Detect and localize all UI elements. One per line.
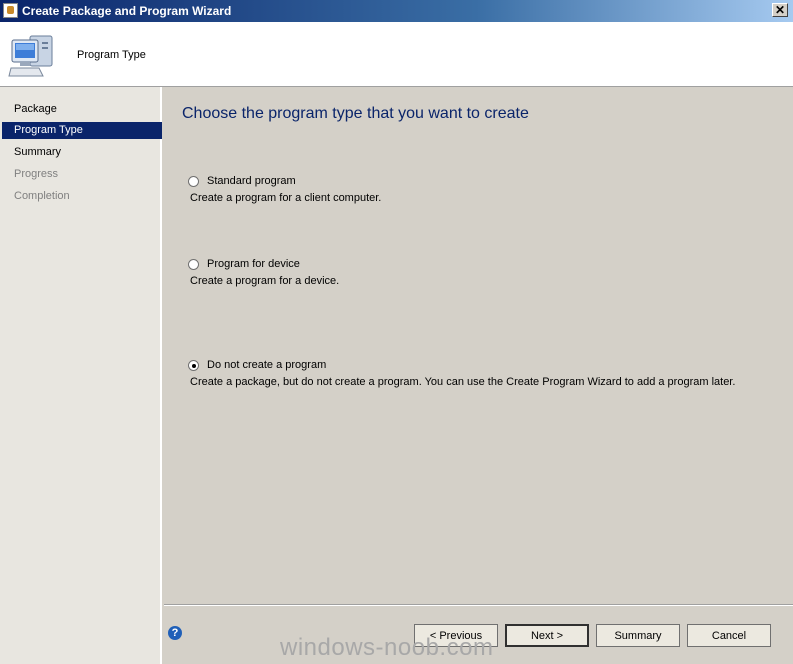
program-for-device-label[interactable]: Program for device — [207, 258, 300, 270]
watermark: windows-noob.com — [280, 634, 494, 661]
program-for-device-description: Create a program for a device. — [190, 275, 340, 287]
page-heading: Choose the program type that you want to… — [182, 105, 529, 122]
standard-program-description: Create a program for a client computer. — [190, 192, 382, 204]
header-title: Program Type — [77, 49, 146, 61]
step-progress: Progress — [14, 168, 59, 180]
summary-button[interactable]: Summary — [596, 624, 680, 647]
do-not-create-description: Create a package, but do not create a pr… — [190, 376, 736, 388]
wizard-app-icon — [3, 3, 18, 18]
title-bar: Create Package and Program Wizard ✕ — [0, 0, 793, 22]
do-not-create-radio[interactable] — [188, 360, 199, 371]
next-button[interactable]: Next > — [505, 624, 589, 647]
wizard-step-list: Package Program Type Summary Progress Co… — [0, 87, 162, 664]
step-summary[interactable]: Summary — [2, 144, 162, 161]
help-icon[interactable]: ? — [168, 626, 182, 640]
standard-program-label[interactable]: Standard program — [207, 175, 296, 187]
standard-program-radio[interactable] — [188, 176, 199, 187]
window-title: Create Package and Program Wizard — [22, 4, 232, 18]
wizard-header: Program Type — [0, 22, 793, 87]
step-completion: Completion — [14, 190, 70, 202]
program-for-device-radio[interactable] — [188, 259, 199, 270]
computer-icon — [8, 35, 53, 77]
close-button[interactable]: ✕ — [772, 3, 788, 17]
cancel-button[interactable]: Cancel — [687, 624, 771, 647]
wizard-content: Choose the program type that you want to… — [164, 87, 793, 604]
step-package[interactable]: Package — [2, 101, 162, 118]
footer-divider — [164, 605, 793, 606]
do-not-create-label[interactable]: Do not create a program — [207, 359, 326, 371]
step-program-type[interactable]: Program Type — [2, 122, 162, 139]
